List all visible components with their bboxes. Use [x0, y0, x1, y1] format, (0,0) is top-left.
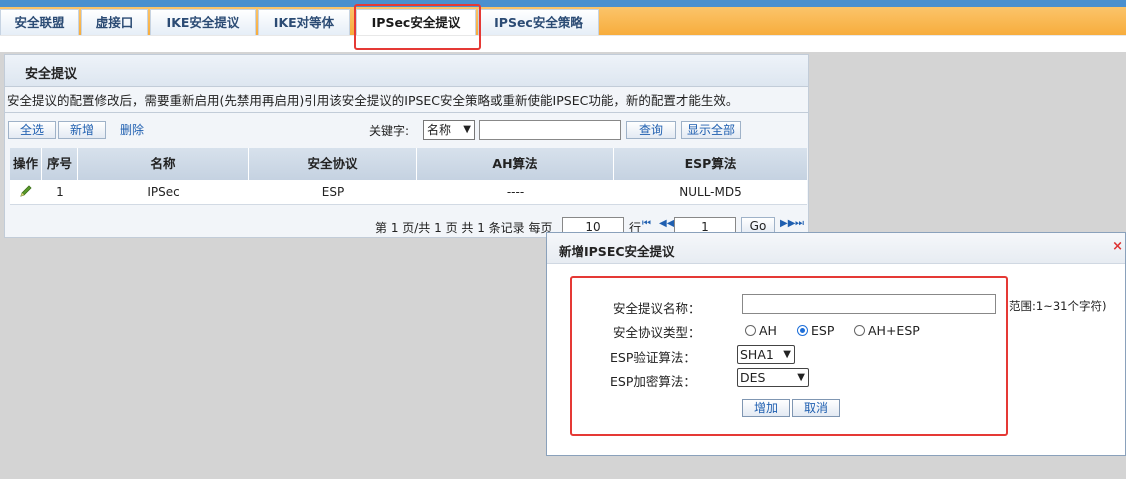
- panel-title-bar: 安全提议: [5, 55, 808, 87]
- esp-enc-select[interactable]: DES ▼: [737, 368, 809, 387]
- chevron-down-icon: ▼: [783, 349, 791, 360]
- add-submit-button[interactable]: 增加: [742, 399, 790, 417]
- row-ah-algorithm: ----: [506, 185, 525, 199]
- config-notice: 安全提议的配置修改后，需要重新启用(先禁用再启用)引用该安全提议的IPSEC安全…: [7, 93, 739, 108]
- content-header-gap: [0, 36, 1126, 52]
- column-header-index: 序号: [42, 148, 78, 180]
- column-header-protocol: 安全协议: [249, 148, 417, 180]
- tab-ipsec-policy[interactable]: IPSec安全策略: [478, 9, 599, 35]
- table-header: 操作 序号 名称 安全协议 AH算法 ESP算法: [10, 148, 807, 180]
- keyword-field-select[interactable]: 名称 ▼: [423, 120, 475, 140]
- chevron-down-icon: ▼: [797, 372, 805, 383]
- protocol-radio-ah[interactable]: AH: [745, 323, 777, 338]
- row-esp-algorithm: NULL-MD5: [679, 185, 742, 199]
- proposal-panel: 安全提议 安全提议的配置修改后，需要重新启用(先禁用再启用)引用该安全提议的IP…: [4, 54, 809, 238]
- esp-auth-select[interactable]: SHA1 ▼: [737, 345, 795, 364]
- protocol-option-ah-esp-label: AH+ESP: [868, 323, 920, 338]
- panel-title: 安全提议: [25, 67, 78, 82]
- close-icon[interactable]: ×: [1112, 239, 1123, 254]
- keyword-input[interactable]: [479, 120, 621, 140]
- query-button[interactable]: 查询: [626, 121, 676, 139]
- select-all-button[interactable]: 全选: [8, 121, 56, 139]
- tab-ike-peer[interactable]: IKE对等体: [258, 9, 350, 35]
- prev-page-icon[interactable]: ◀◀: [659, 218, 674, 229]
- tab-security-alliance[interactable]: 安全联盟: [0, 9, 79, 35]
- row-protocol: ESP: [321, 185, 345, 199]
- pager-summary: 第 1 页/共 1 页 共 1 条记录 每页: [375, 221, 553, 235]
- protocol-option-esp-label: ESP: [811, 323, 835, 338]
- proposal-name-hint: 范围:1~31个字符): [1009, 299, 1107, 313]
- active-tab-highlight-box: [354, 4, 481, 50]
- row-name: IPSec: [147, 185, 180, 199]
- tab-bar: 安全联盟 虚接口 IKE安全提议 IKE对等体 IPSec安全提议 IPSec安…: [0, 7, 1126, 36]
- table-row: 1 IPSec ESP ---- NULL-MD5: [10, 180, 807, 205]
- column-header-name: 名称: [78, 148, 249, 180]
- esp-enc-label: ESP加密算法：: [610, 374, 696, 389]
- radio-selected-icon: [797, 325, 808, 336]
- esp-auth-label: ESP验证算法：: [610, 350, 696, 365]
- add-ipsec-proposal-dialog: 新增IPSEC安全提议 × 安全提议名称： 范围:1~31个字符) 安全协议类型…: [546, 232, 1126, 456]
- protocol-type-label: 安全协议类型：: [613, 325, 701, 340]
- add-button[interactable]: 新增: [58, 121, 106, 139]
- proposal-name-input[interactable]: [742, 294, 996, 314]
- show-all-button[interactable]: 显示全部: [681, 121, 741, 139]
- column-header-action: 操作: [10, 148, 42, 180]
- top-strip: [0, 0, 1126, 7]
- cancel-button[interactable]: 取消: [792, 399, 840, 417]
- divider: [5, 112, 808, 113]
- tab-virtual-interface[interactable]: 虚接口: [81, 9, 148, 35]
- keyword-label: 关键字:: [369, 124, 410, 138]
- radio-icon: [745, 325, 756, 336]
- delete-button[interactable]: 删除: [108, 121, 156, 139]
- chevron-down-icon: ▼: [463, 124, 471, 135]
- last-page-icon[interactable]: ⏭: [795, 218, 804, 229]
- first-page-icon[interactable]: ⏮: [642, 218, 651, 229]
- protocol-option-ah-label: AH: [759, 323, 777, 338]
- esp-auth-value: SHA1: [740, 347, 774, 362]
- keyword-field-value: 名称: [427, 123, 452, 137]
- esp-enc-value: DES: [740, 370, 766, 385]
- tab-ike-proposal[interactable]: IKE安全提议: [150, 9, 256, 35]
- column-header-ah: AH算法: [417, 148, 614, 180]
- protocol-radio-esp[interactable]: ESP: [797, 323, 834, 338]
- edit-icon[interactable]: [10, 180, 42, 204]
- dialog-title: 新增IPSEC安全提议: [559, 244, 675, 259]
- radio-icon: [854, 325, 865, 336]
- dialog-title-bar: 新增IPSEC安全提议 ×: [547, 233, 1125, 264]
- protocol-radio-ah-esp[interactable]: AH+ESP: [854, 323, 920, 338]
- column-header-esp: ESP算法: [684, 156, 737, 171]
- next-page-icon[interactable]: ▶▶: [780, 218, 795, 229]
- proposal-name-label: 安全提议名称：: [613, 301, 701, 316]
- row-index: 1: [56, 185, 64, 199]
